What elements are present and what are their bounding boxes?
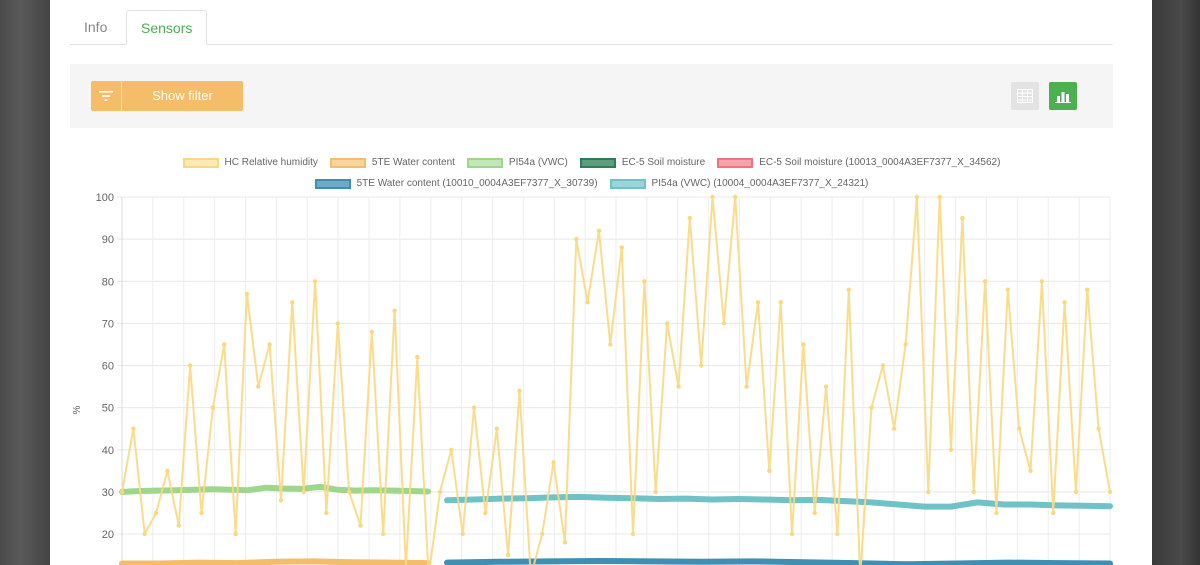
series-line — [444, 558, 1113, 565]
data-point — [369, 329, 374, 334]
data-point — [608, 342, 613, 347]
data-point — [596, 228, 602, 233]
data-point — [324, 510, 329, 516]
data-point — [960, 215, 965, 221]
data-point — [823, 384, 829, 389]
data-point — [778, 300, 783, 305]
y-tick-label: 20 — [102, 529, 114, 541]
data-point — [835, 531, 840, 537]
data-point — [1107, 489, 1113, 495]
data-point — [710, 194, 715, 200]
data-point — [903, 342, 908, 347]
data-point — [210, 405, 216, 410]
data-point — [562, 540, 568, 545]
data-point — [699, 363, 704, 368]
data-point — [278, 498, 284, 503]
y-tick-label: 30 — [102, 487, 114, 499]
data-point — [233, 531, 238, 537]
data-point — [1028, 468, 1033, 473]
data-point — [131, 426, 136, 431]
y-tick-label: 80 — [102, 276, 114, 288]
data-point — [517, 388, 522, 393]
data-point — [1039, 279, 1045, 284]
data-point — [449, 447, 454, 452]
data-point — [801, 342, 806, 347]
data-point — [721, 321, 727, 326]
data-point — [199, 510, 204, 516]
data-point — [301, 489, 306, 495]
data-point — [551, 460, 556, 465]
data-point — [1073, 489, 1079, 495]
data-point — [733, 194, 738, 200]
data-point — [653, 489, 658, 495]
data-point — [812, 510, 817, 516]
y-axis-label: % — [72, 405, 83, 414]
data-point — [505, 552, 511, 558]
data-point — [1016, 426, 1022, 431]
data-point — [415, 354, 420, 360]
data-point — [244, 291, 250, 297]
data-point — [869, 405, 874, 410]
data-point — [755, 300, 761, 305]
data-point — [1051, 510, 1056, 516]
data-point — [335, 321, 340, 326]
data-point — [1062, 300, 1067, 305]
data-point — [346, 489, 352, 495]
sensor-line-chart: 100 90 80 70 60 50 40 30 20% — [72, 192, 1113, 565]
data-point — [540, 531, 545, 537]
data-point — [494, 426, 499, 431]
data-point — [142, 531, 147, 537]
data-point — [982, 279, 988, 284]
data-point — [744, 384, 749, 389]
data-point — [585, 300, 590, 305]
data-point — [312, 279, 318, 284]
data-point — [256, 384, 261, 389]
y-tick-label: 90 — [102, 234, 114, 246]
data-point — [664, 321, 670, 326]
data-point — [290, 300, 295, 305]
data-point — [1005, 287, 1010, 292]
series-line — [119, 558, 431, 565]
data-point — [119, 489, 125, 495]
y-tick-label: 40 — [102, 445, 114, 457]
data-point — [187, 363, 193, 368]
data-point — [1085, 287, 1090, 292]
data-point — [880, 363, 886, 368]
data-point — [937, 194, 942, 200]
data-point — [392, 308, 397, 313]
data-point — [846, 287, 851, 292]
data-point — [971, 489, 976, 495]
data-point — [687, 215, 692, 221]
data-point — [483, 510, 488, 516]
data-point — [153, 510, 159, 516]
y-tick-label: 70 — [102, 318, 114, 330]
data-point — [574, 236, 579, 242]
data-point — [358, 523, 363, 528]
data-point — [460, 531, 465, 537]
data-point — [892, 426, 897, 431]
data-point — [767, 468, 772, 473]
data-point — [471, 405, 477, 410]
y-tick-label: 50 — [102, 403, 114, 415]
data-point — [914, 194, 920, 200]
data-point — [381, 531, 386, 537]
data-point — [176, 523, 181, 528]
data-point — [789, 531, 795, 537]
data-point — [267, 342, 272, 347]
data-point — [630, 531, 636, 537]
series-line — [119, 483, 431, 495]
data-point — [926, 489, 931, 495]
data-point — [619, 245, 624, 250]
data-point — [948, 447, 954, 452]
y-tick-label: 100 — [96, 192, 114, 204]
data-point — [1096, 426, 1101, 431]
y-tick-label: 60 — [102, 361, 114, 373]
data-point — [994, 510, 999, 516]
data-point — [222, 342, 227, 347]
data-point — [165, 468, 170, 473]
data-point — [437, 489, 443, 495]
data-point — [642, 279, 647, 284]
data-point — [676, 384, 681, 389]
